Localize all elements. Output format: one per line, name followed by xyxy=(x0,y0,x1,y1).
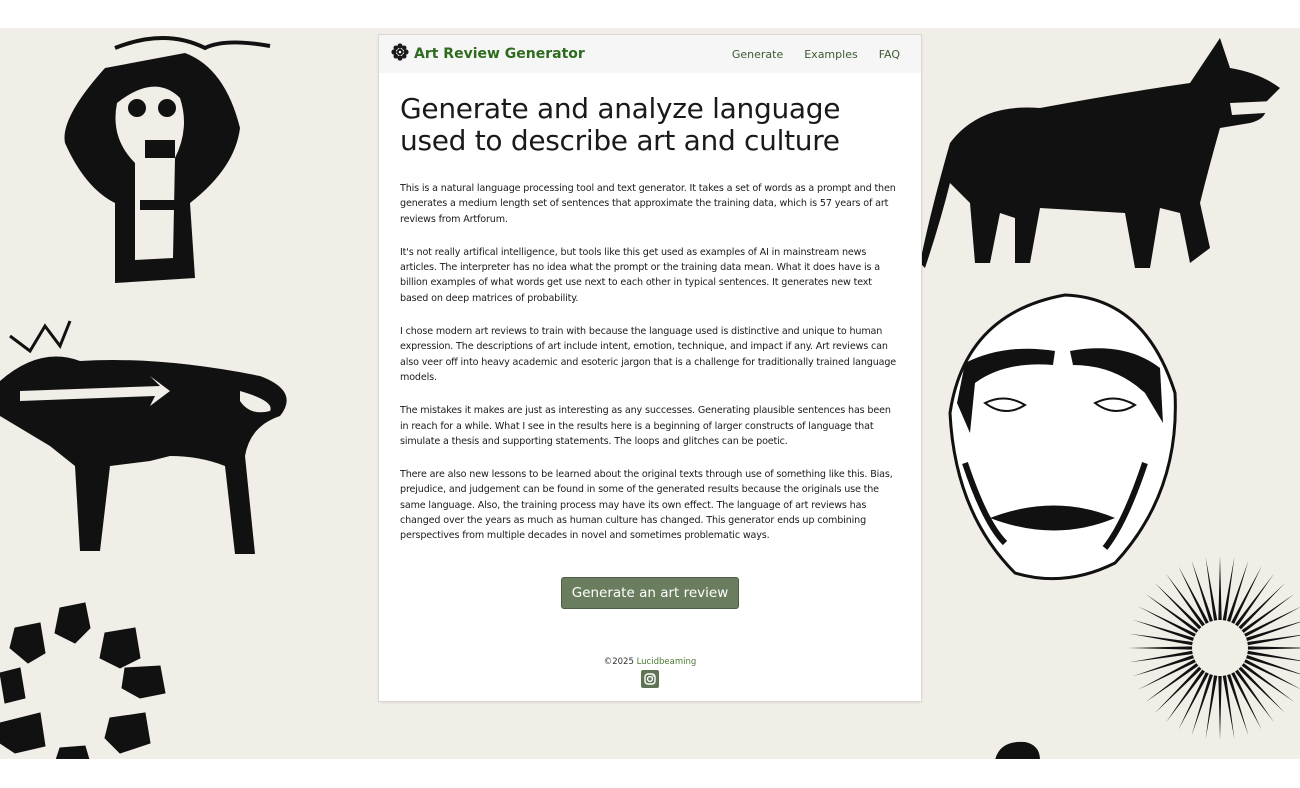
footer-credit: ©2025 Lucidbeaming xyxy=(400,657,900,667)
intro-paragraph-1: This is a natural language processing to… xyxy=(400,183,896,225)
nav-examples[interactable]: Examples xyxy=(804,48,857,61)
main-nav: Generate Examples FAQ xyxy=(732,48,909,61)
flower-illustration xyxy=(0,602,166,759)
generate-review-button[interactable]: Generate an art review xyxy=(560,576,740,609)
intro-paragraph-2: It's not really artifical intelligence, … xyxy=(400,246,880,304)
page-title: Generate and analyze language used to de… xyxy=(400,92,841,157)
wolf-illustration xyxy=(920,38,1280,268)
copyright-text: ©2025 xyxy=(603,656,634,667)
intro-paragraph-3: I chose modern art reviews to train with… xyxy=(400,326,897,383)
nav-faq[interactable]: FAQ xyxy=(879,48,900,61)
main-content: Generate and analyze language used to de… xyxy=(379,73,921,691)
skull-figure-illustration xyxy=(64,36,271,283)
sunburst-illustration xyxy=(1128,556,1300,740)
footer: ©2025 Lucidbeaming xyxy=(400,657,900,691)
flower-logo-icon xyxy=(391,43,409,65)
brand-title: Art Review Generator xyxy=(414,46,585,62)
nav-generate[interactable]: Generate xyxy=(732,48,783,61)
intro-paragraph-5: There are also new lessons to be learned… xyxy=(400,469,893,542)
main-card: Art Review Generator Generate Examples F… xyxy=(379,35,921,701)
deer-illustration xyxy=(0,320,287,554)
partial-figure-illustration xyxy=(995,741,1040,759)
brand-link[interactable]: Art Review Generator xyxy=(391,43,585,65)
navbar: Art Review Generator Generate Examples F… xyxy=(379,35,921,73)
cta-wrapper: Generate an art review xyxy=(400,576,900,609)
instagram-icon[interactable] xyxy=(641,669,659,688)
intro-paragraph-4: The mistakes it makes are just as intere… xyxy=(400,405,891,447)
author-link[interactable]: Lucidbeaming xyxy=(637,657,697,667)
